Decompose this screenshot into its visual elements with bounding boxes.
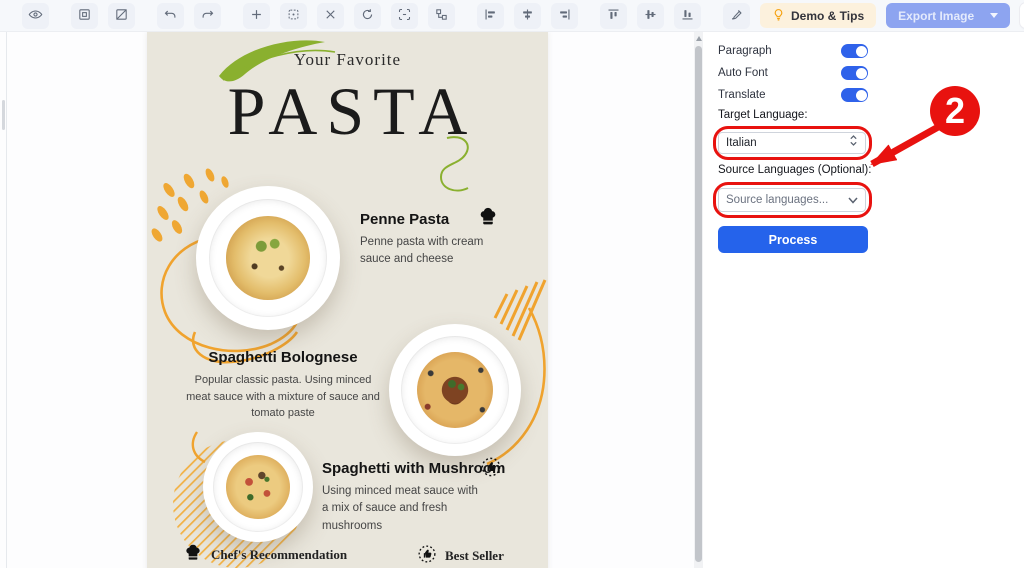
detect-regions-icon bbox=[397, 7, 412, 25]
auto-font-label: Auto Font bbox=[718, 67, 768, 79]
toolbar-button-align-bottom[interactable] bbox=[674, 3, 701, 29]
source-languages-select[interactable]: Source languages... bbox=[718, 188, 866, 212]
left-mini-scrollbar[interactable] bbox=[2, 100, 5, 130]
annotation-step-number: 2 bbox=[945, 90, 965, 132]
menu-item-description: Using minced meat sauce with a mix of sa… bbox=[322, 483, 487, 535]
align-middle-vertical-icon bbox=[643, 7, 658, 25]
undo-icon bbox=[163, 7, 178, 25]
auto-font-toggle[interactable] bbox=[841, 66, 868, 80]
brush-icon bbox=[729, 7, 744, 25]
legend-label: Best Seller bbox=[445, 548, 504, 564]
toolbar-button-align-middle-vertical[interactable] bbox=[637, 3, 664, 29]
toolbar: Demo & Tips Export Image Reset bbox=[0, 0, 1024, 32]
target-language-select[interactable]: Italian bbox=[718, 132, 866, 154]
paragraph-toggle[interactable] bbox=[841, 44, 868, 58]
process-button[interactable]: Process bbox=[718, 226, 868, 253]
toolbar-button-align-center-horizontal[interactable] bbox=[514, 3, 541, 29]
align-center-horizontal-icon bbox=[520, 7, 535, 25]
menu-item-description: Penne pasta with cream sauce and cheese bbox=[360, 234, 498, 269]
caret-down-icon[interactable] bbox=[990, 13, 998, 18]
toggle-row-auto-font: Auto Font bbox=[718, 65, 868, 81]
legend-label: Chef's Recommendation bbox=[211, 547, 347, 563]
demo-tips-button[interactable]: Demo & Tips bbox=[760, 3, 876, 28]
align-bottom-icon bbox=[680, 7, 695, 25]
toolbar-button-rotate[interactable] bbox=[354, 3, 381, 29]
menu-item-description: Popular classic pasta. Using minced meat… bbox=[184, 372, 382, 422]
rotate-icon bbox=[360, 7, 375, 25]
poster-image[interactable]: Your Favorite PASTA Penne Pasta Penne pa… bbox=[147, 32, 548, 568]
best-seller-icon bbox=[480, 456, 502, 478]
spaghetti-bolognese-photo bbox=[389, 324, 521, 456]
toolbar-button-eye[interactable] bbox=[22, 3, 49, 29]
target-language-label: Target Language: bbox=[718, 109, 808, 121]
toolbar-button-add[interactable] bbox=[243, 3, 270, 29]
toolbar-button-remove-selection[interactable] bbox=[108, 3, 135, 29]
toolbar-button-align-top[interactable] bbox=[600, 3, 627, 29]
toolbar-button-merge-selection[interactable] bbox=[280, 3, 307, 29]
legend-chefs-recommendation: Chef's Recommendation bbox=[183, 543, 347, 567]
reset-button[interactable]: Reset bbox=[1020, 3, 1024, 28]
toolbar-button-align-left[interactable] bbox=[477, 3, 504, 29]
toolbar-button-repair-brush[interactable] bbox=[723, 3, 750, 29]
plus-icon bbox=[249, 7, 264, 25]
align-top-icon bbox=[606, 7, 621, 25]
chevron-down-icon bbox=[848, 191, 858, 209]
eye-icon bbox=[28, 7, 43, 25]
align-right-icon bbox=[557, 7, 572, 25]
redo-icon bbox=[200, 7, 215, 25]
translate-label: Translate bbox=[718, 89, 766, 101]
layout-blocks-icon bbox=[434, 7, 449, 25]
remove-selection-icon bbox=[114, 7, 129, 25]
toggle-row-translate: Translate bbox=[718, 87, 868, 103]
chef-hat-icon bbox=[477, 206, 499, 228]
menu-item-name: Spaghetti with Mushroom bbox=[322, 460, 505, 477]
merge-selection-icon bbox=[286, 7, 301, 25]
close-icon bbox=[323, 7, 338, 25]
demo-tips-label: Demo & Tips bbox=[791, 9, 864, 23]
lightbulb-icon bbox=[772, 8, 785, 24]
app-window: Demo & Tips Export Image Reset bbox=[0, 0, 1024, 568]
toolbar-button-select-area[interactable] bbox=[71, 3, 98, 29]
source-languages-label: Source Languages (Optional): bbox=[718, 164, 871, 176]
legend-best-seller: Best Seller bbox=[417, 544, 504, 568]
panel-divider bbox=[6, 32, 7, 568]
select-updown-icon bbox=[849, 134, 858, 152]
export-image-label: Export Image bbox=[898, 9, 974, 23]
toolbar-button-undo[interactable] bbox=[157, 3, 184, 29]
poster-tagline: Your Favorite bbox=[147, 50, 548, 70]
paragraph-label: Paragraph bbox=[718, 45, 772, 57]
penne-pasta-photo bbox=[196, 186, 340, 330]
vertical-scrollbar[interactable] bbox=[694, 32, 703, 568]
poster-title: PASTA bbox=[147, 72, 548, 151]
scrollbar-thumb[interactable] bbox=[695, 46, 702, 562]
toolbar-button-align-right[interactable] bbox=[551, 3, 578, 29]
source-languages-placeholder: Source languages... bbox=[726, 194, 828, 206]
toggle-row-paragraph: Paragraph bbox=[718, 43, 868, 59]
align-left-icon bbox=[483, 7, 498, 25]
scroll-up-icon[interactable] bbox=[696, 36, 702, 41]
chef-hat-icon bbox=[183, 543, 203, 567]
spaghetti-mushroom-photo bbox=[203, 432, 313, 542]
export-image-button[interactable]: Export Image bbox=[886, 3, 1010, 28]
toolbar-button-detect-regions[interactable] bbox=[391, 3, 418, 29]
menu-item-name: Penne Pasta bbox=[360, 211, 449, 228]
toolbar-button-layout-blocks[interactable] bbox=[428, 3, 455, 29]
menu-item-name: Spaghetti Bolognese bbox=[187, 349, 379, 366]
target-language-value: Italian bbox=[726, 137, 757, 149]
toolbar-button-close[interactable] bbox=[317, 3, 344, 29]
translate-toggle[interactable] bbox=[841, 88, 868, 102]
toolbar-button-redo[interactable] bbox=[194, 3, 221, 29]
select-area-icon bbox=[77, 7, 92, 25]
best-seller-icon bbox=[417, 544, 437, 568]
annotation-step-badge: 2 bbox=[930, 86, 980, 136]
